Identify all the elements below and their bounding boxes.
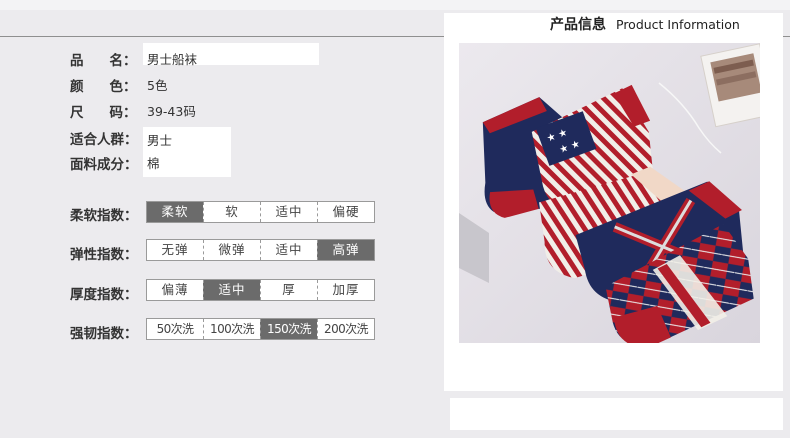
thickness-option: 适中: [203, 280, 260, 300]
value-size: 39-43码: [147, 104, 196, 119]
value-color: 5色: [147, 78, 168, 93]
label-fabric: 面料成分：: [70, 157, 138, 173]
label-thickness: 厚度指数：: [70, 287, 138, 303]
softness-option: 偏硬: [317, 202, 374, 222]
thickness-scale: 偏薄 适中 厚 加厚: [146, 279, 375, 301]
durability-option: 200次洗: [317, 319, 374, 339]
value-fabric: 棉: [147, 156, 160, 171]
durability-option: 150次洗: [260, 319, 317, 339]
bottom-panel: [450, 398, 783, 430]
thickness-option: 加厚: [317, 280, 374, 300]
product-photo: ★ ★ ★ ★: [459, 43, 760, 343]
softness-option: 适中: [260, 202, 317, 222]
durability-option: 100次洗: [203, 319, 260, 339]
value-audience: 男士: [147, 133, 173, 148]
label-elasticity: 弹性指数：: [70, 247, 138, 263]
value-name: 男士船袜: [147, 52, 198, 67]
elasticity-option: 高弹: [317, 240, 374, 260]
softness-option: 柔软: [147, 202, 203, 222]
thickness-option: 偏薄: [161, 282, 189, 297]
durability-option: 50次洗: [156, 322, 194, 336]
label-audience: 适合人群：: [70, 132, 138, 148]
label-softness: 柔软指数：: [70, 208, 138, 224]
softness-option: 软: [203, 202, 260, 222]
section-title: 产品信息: [550, 17, 606, 33]
thickness-option: 厚: [260, 280, 317, 300]
label-name: 品名：: [70, 53, 137, 69]
softness-scale: 柔软 软 适中 偏硬: [146, 201, 375, 223]
elasticity-scale: 无弹 微弹 适中 高弹: [146, 239, 375, 261]
durability-scale: 50次洗 100次洗 150次洗 200次洗: [146, 318, 375, 340]
elasticity-option: 微弹: [203, 240, 260, 260]
section-subtitle: Product Information: [616, 17, 740, 32]
label-size: 尺码：: [70, 105, 137, 121]
top-band: [0, 0, 790, 10]
label-color: 颜色：: [70, 79, 137, 95]
elasticity-option: 适中: [260, 240, 317, 260]
label-durability: 强韧指数：: [70, 326, 138, 342]
elasticity-option: 无弹: [161, 242, 189, 257]
